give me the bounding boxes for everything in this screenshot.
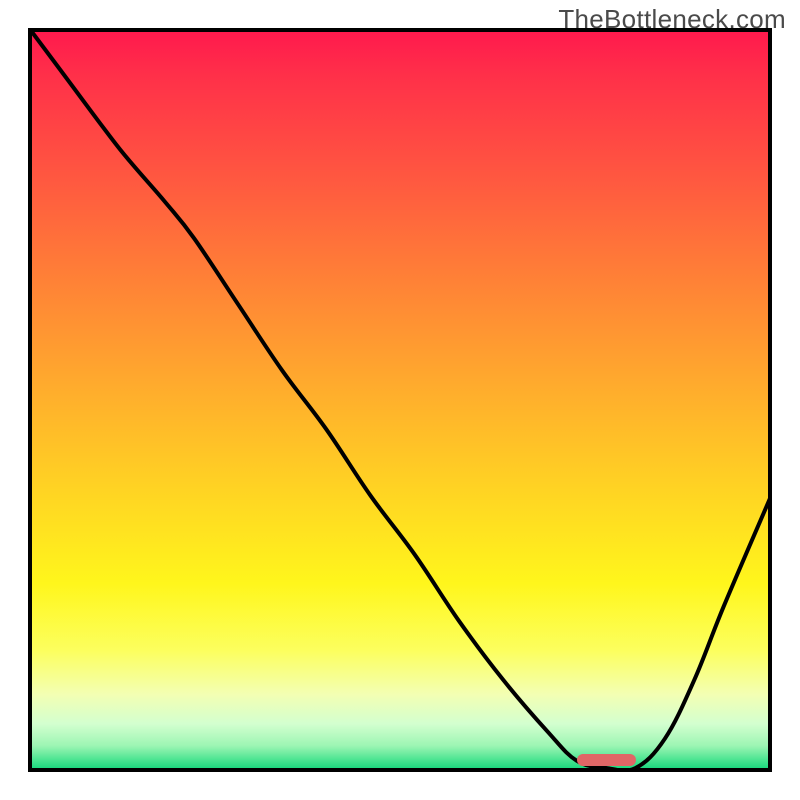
plot-area bbox=[28, 28, 772, 772]
chart-frame: TheBottleneck.com bbox=[0, 0, 800, 800]
optimal-marker bbox=[577, 754, 636, 766]
bottleneck-curve-path bbox=[32, 32, 768, 768]
bottleneck-curve bbox=[32, 32, 768, 768]
